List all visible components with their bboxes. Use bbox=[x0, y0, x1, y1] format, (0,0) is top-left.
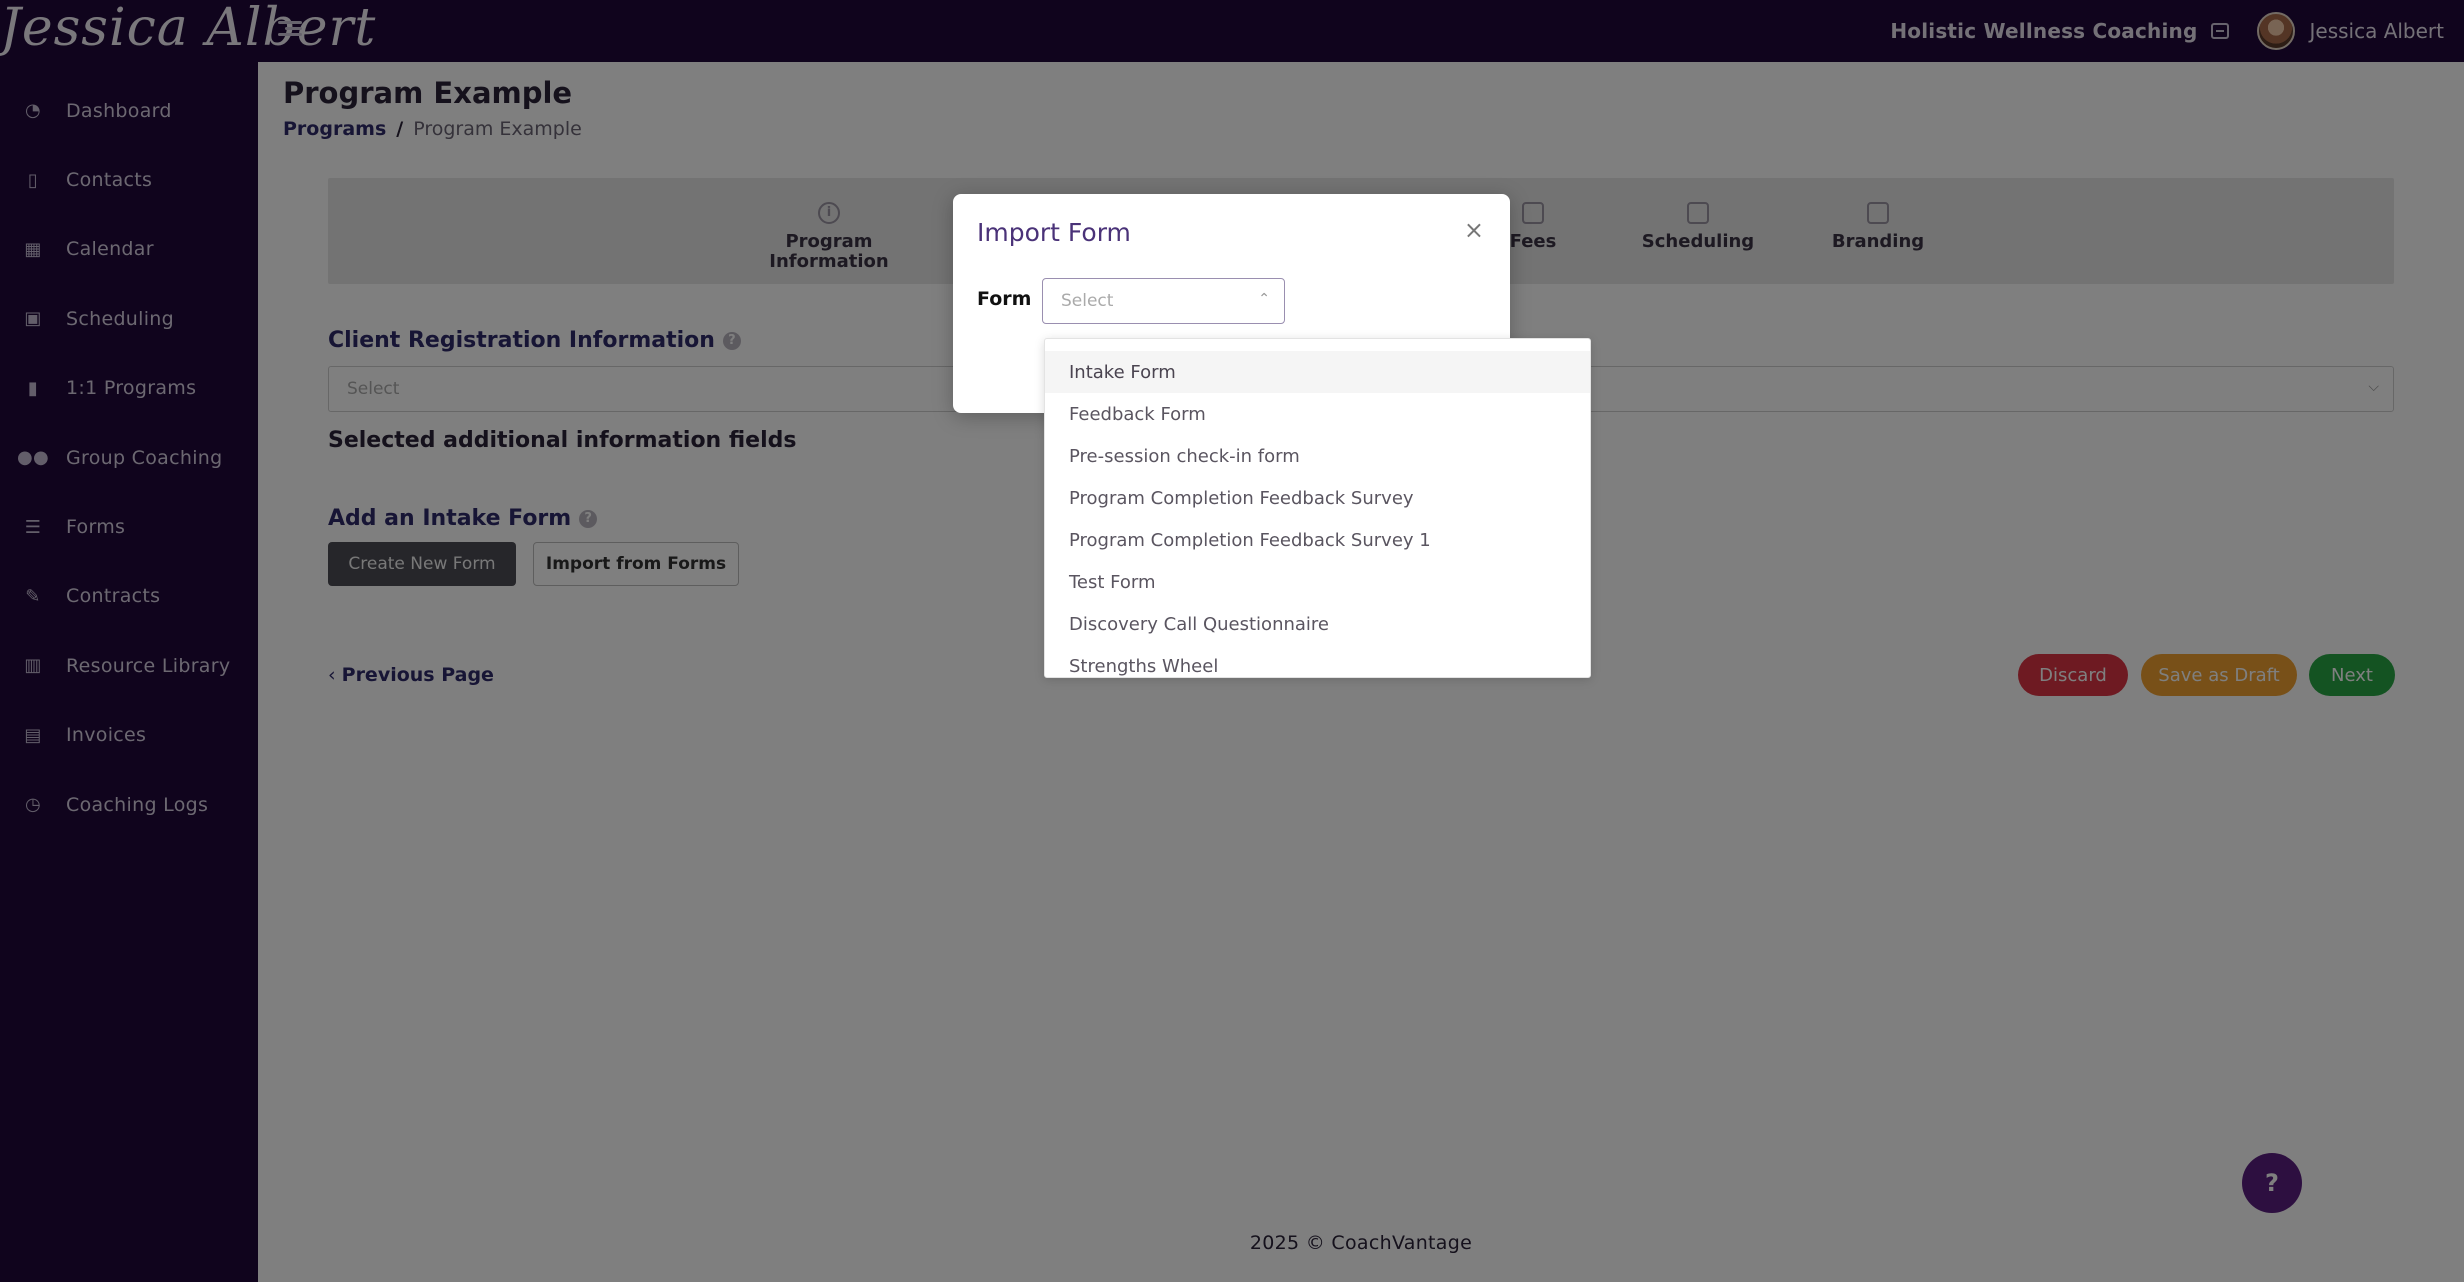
close-icon[interactable]: × bbox=[1464, 216, 1484, 244]
dropdown-option[interactable]: Feedback Form bbox=[1045, 393, 1590, 435]
form-select[interactable]: Select ⌃ bbox=[1042, 278, 1285, 324]
form-field-label: Form bbox=[977, 288, 1032, 310]
dropdown-option[interactable]: Program Completion Feedback Survey bbox=[1045, 477, 1590, 519]
dropdown-option[interactable]: Strengths Wheel bbox=[1045, 645, 1590, 677]
select-placeholder: Select bbox=[1061, 291, 1114, 311]
modal-title: Import Form bbox=[977, 218, 1131, 247]
dropdown-option[interactable]: Discovery Call Questionnaire bbox=[1045, 603, 1590, 645]
dropdown-option[interactable]: Intake Form bbox=[1045, 351, 1590, 393]
chevron-up-icon: ⌃ bbox=[1258, 291, 1270, 307]
dropdown-option[interactable]: Program Completion Feedback Survey 1 bbox=[1045, 519, 1590, 561]
form-options-dropdown: Intake Form Feedback Form Pre-session ch… bbox=[1044, 338, 1591, 678]
dropdown-option[interactable]: Test Form bbox=[1045, 561, 1590, 603]
dropdown-option[interactable]: Pre-session check-in form bbox=[1045, 435, 1590, 477]
